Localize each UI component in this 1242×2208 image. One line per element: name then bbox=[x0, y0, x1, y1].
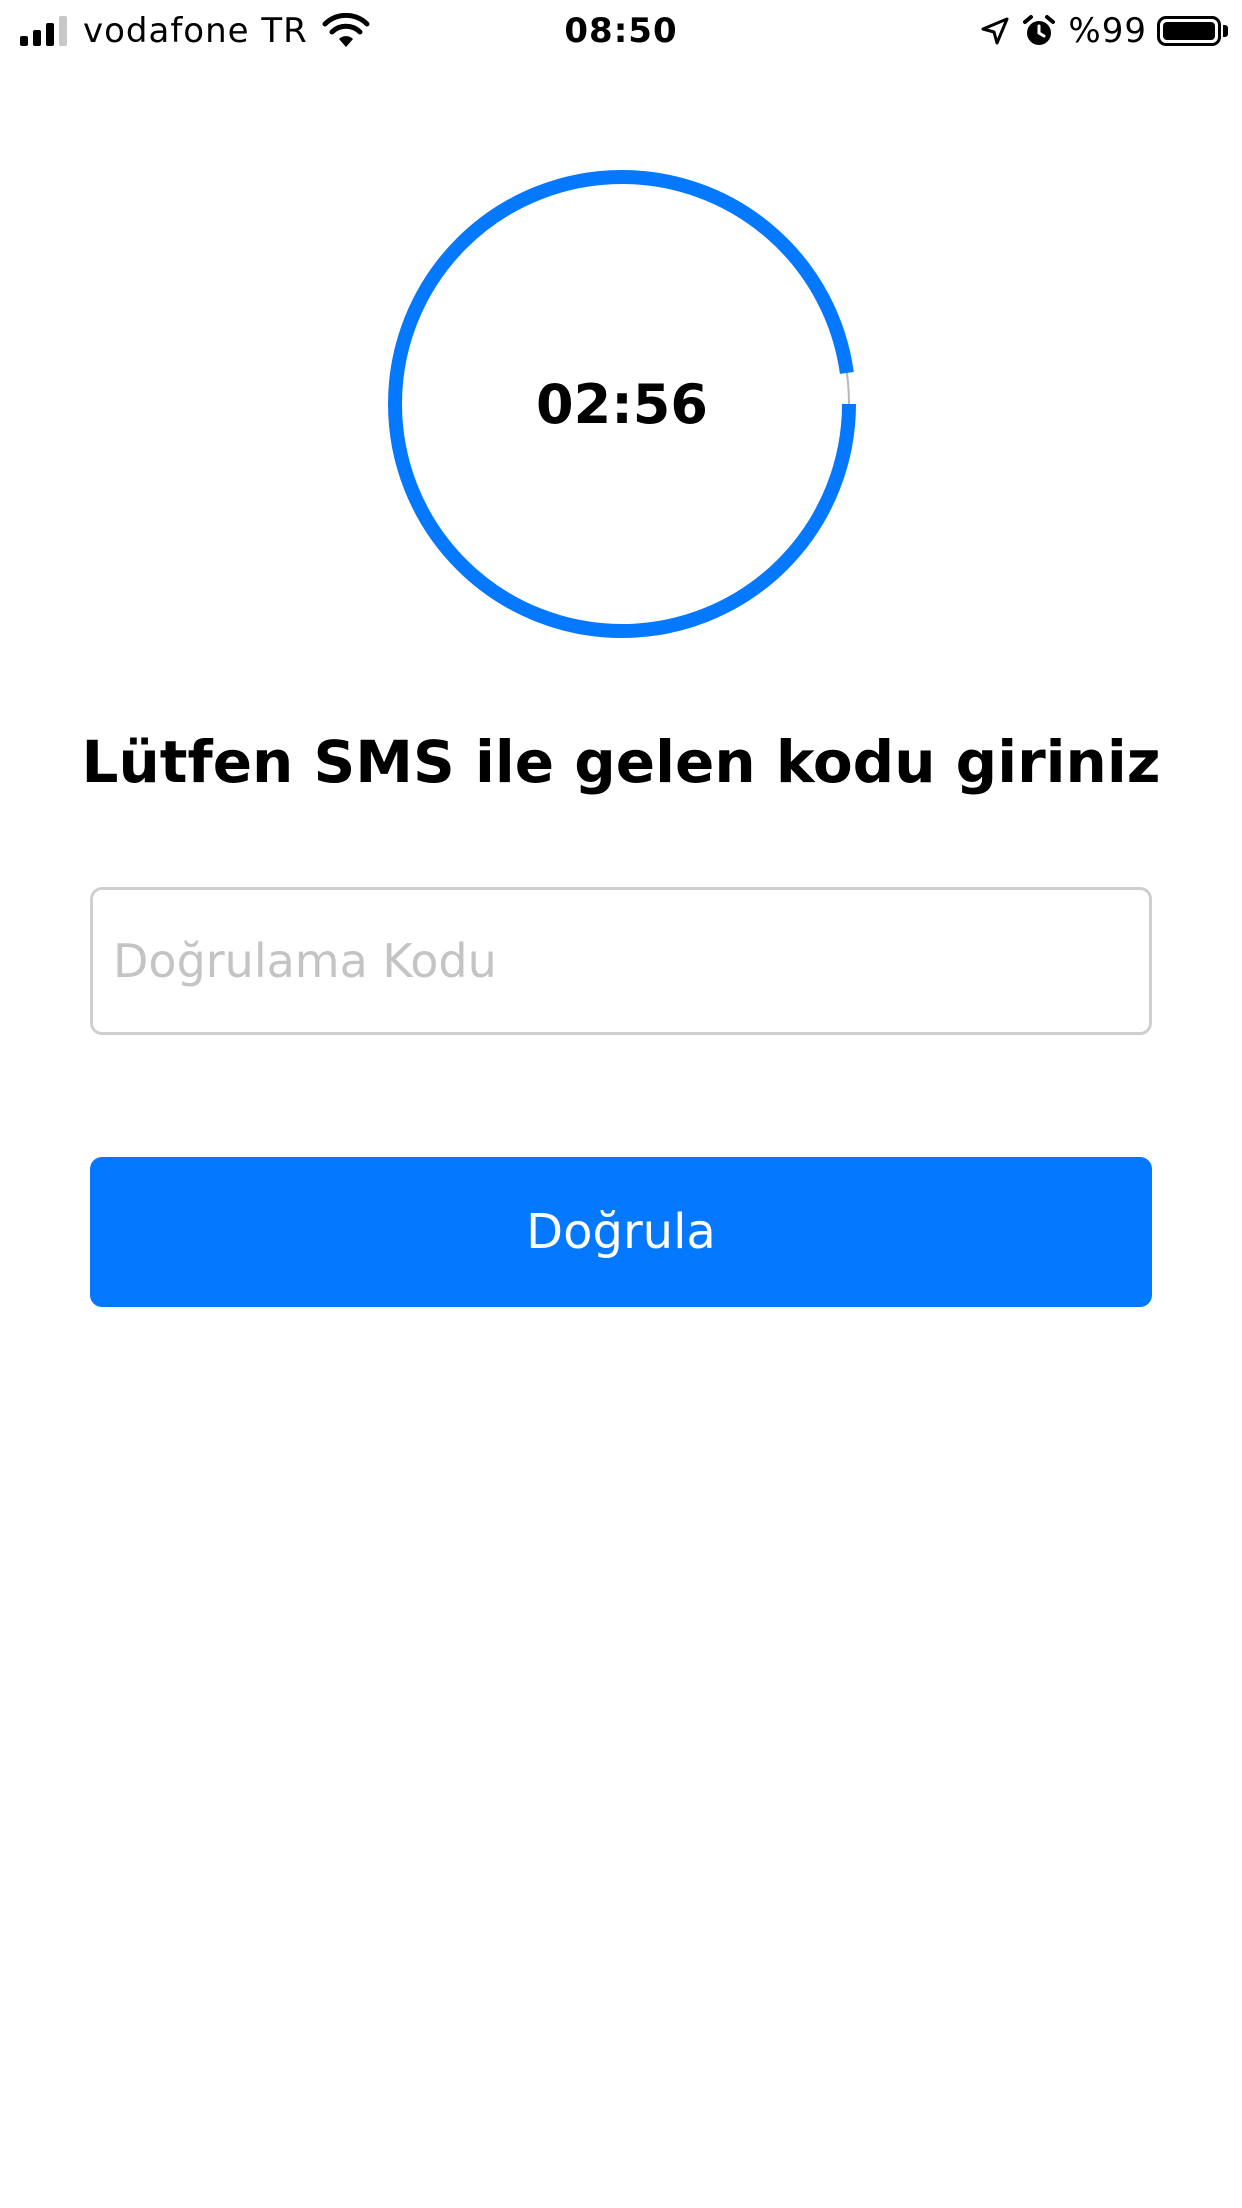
location-arrow-icon bbox=[981, 17, 1009, 45]
battery-percentage: %99 bbox=[1068, 11, 1147, 51]
status-bar-right: %99 bbox=[980, 10, 1228, 52]
page-heading: Lütfen SMS ile gelen kodu giriniz bbox=[81, 728, 1161, 796]
status-bar: vodafone TR 08:50 %99 bbox=[0, 0, 1242, 62]
battery-icon bbox=[1157, 16, 1221, 46]
alarm-clock-icon bbox=[1023, 15, 1056, 45]
countdown-timer: 02:56 bbox=[388, 170, 856, 638]
verify-button[interactable]: Doğrula bbox=[90, 1157, 1152, 1307]
countdown-time: 02:56 bbox=[536, 372, 708, 436]
battery-nub bbox=[1223, 25, 1228, 37]
verification-code-input[interactable] bbox=[90, 887, 1152, 1035]
